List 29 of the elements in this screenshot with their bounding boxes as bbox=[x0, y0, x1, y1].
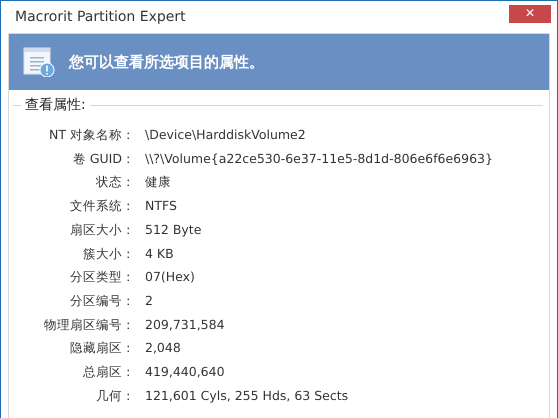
property-label: 扇区大小： bbox=[69, 220, 135, 239]
property-value: 419,440,640 bbox=[145, 363, 226, 381]
property-value: 2 bbox=[145, 292, 154, 310]
group-title: 查看属性: bbox=[25, 96, 86, 114]
property-value: 209,731,584 bbox=[145, 316, 226, 334]
property-label: 几何： bbox=[95, 386, 135, 404]
property-label: NT 对象名称： bbox=[48, 126, 135, 144]
property-label: 总扇区： bbox=[82, 363, 135, 381]
info-document-icon bbox=[23, 47, 55, 77]
property-value: 2,048 bbox=[145, 339, 182, 358]
property-label: 卷 GUID： bbox=[72, 150, 135, 168]
banner-message: 您可以查看所选项目的属性。 bbox=[69, 52, 264, 72]
property-label: 分区类型： bbox=[69, 268, 135, 286]
property-value: NTFS bbox=[145, 197, 178, 215]
property-label: 物理扇区编号： bbox=[43, 316, 135, 334]
property-value: 512 Byte bbox=[145, 220, 202, 239]
property-value: 121,601 Cyls, 255 Hds, 63 Sects bbox=[145, 386, 350, 404]
close-button[interactable]: × bbox=[509, 5, 551, 23]
property-value: \Device\HarddiskVolume2 bbox=[145, 126, 307, 144]
property-label: 簇大小： bbox=[82, 244, 135, 262]
property-value: 4 KB bbox=[145, 244, 175, 262]
property-value: 健康 bbox=[145, 173, 172, 192]
property-label: 隐藏扇区： bbox=[69, 339, 135, 358]
property-value: 07(Hex) bbox=[145, 268, 196, 286]
property-label: 分区编号： bbox=[69, 292, 135, 310]
property-value: \\?\Volume{a22ce530-6e37-11e5-8d1d-806e6f6e6963} bbox=[145, 150, 493, 168]
property-label: 状态： bbox=[94, 173, 135, 192]
property-label: 文件系统： bbox=[69, 197, 135, 215]
window-title: Macrorit Partition Expert bbox=[15, 9, 186, 25]
